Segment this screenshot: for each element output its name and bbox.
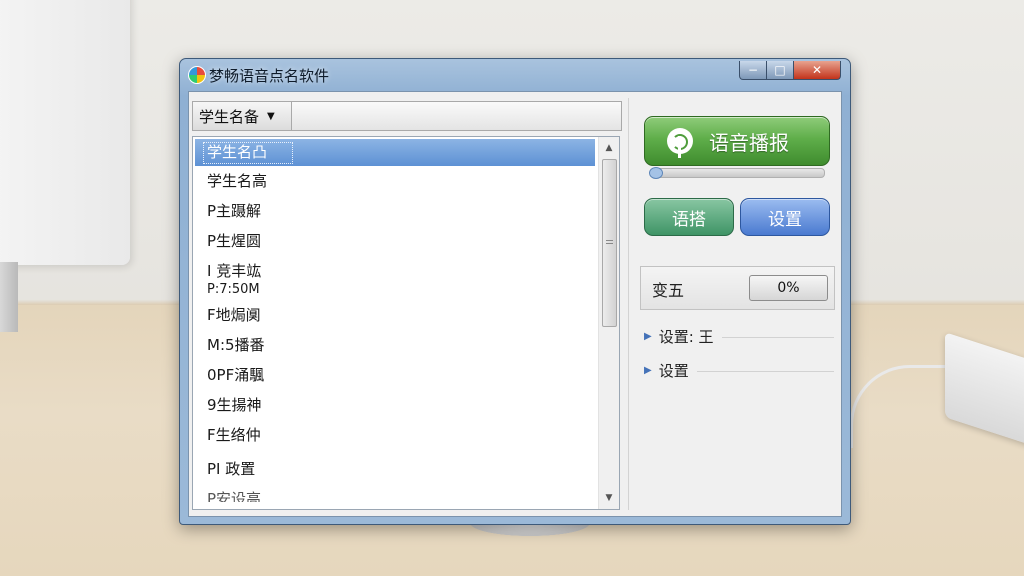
list-item[interactable]: 0PF涌颿 [193,360,597,390]
list-item[interactable]: P安设高 [193,488,597,502]
list-item-label: M:5播番 [207,336,265,354]
list-item[interactable]: P主蹑解 [193,196,597,226]
app-logo-icon [188,66,206,84]
scroll-up-button[interactable]: ▲ [599,139,619,157]
list-item-label: P生煋圆 [207,232,262,250]
scroll-down-icon: ▼ [605,493,613,503]
list-item[interactable]: 9生揚神 [193,390,597,420]
settings-expander-1[interactable]: ▶ 设置: 王 [644,325,834,347]
voice-announce-button[interactable]: 语音播报 [644,116,830,166]
list-item-label: 0PF涌颿 [207,366,265,384]
list-scrollbar[interactable]: ▲ ▼ [598,137,619,509]
list-item-label: P:7:50M [207,282,260,297]
progress-label: 变五 [652,281,685,300]
progress-panel: 变五 0% [640,266,835,310]
desktop-scene: 梦畅语音点名软件 − □ ✕ 学生名备 ▼ 学生名凸 学生名高 P主蹑解 P生煋… [0,0,1024,576]
volume-slider[interactable] [649,167,825,179]
settings-expander-2[interactable]: ▶ 设置 [644,359,834,381]
title-bar[interactable]: 梦畅语音点名软件 − □ ✕ [180,59,850,91]
list-item[interactable]: 学生名高 [193,166,597,196]
list-item[interactable]: F地焗阒 [193,300,597,330]
expand-arrow-icon: ▶ [644,364,652,376]
minimize-button[interactable]: − [739,61,767,80]
close-icon: ✕ [811,63,823,77]
list-item-label: 学生名高 [207,172,268,190]
microphone-icon [667,128,693,158]
settings-button-label: 设置 [768,209,802,230]
expander-label: 设置: 王 [658,327,714,346]
voice-announce-label: 语音播报 [709,130,789,155]
expander-divider [721,336,834,338]
chevron-down-icon: ▼ [267,110,275,122]
list-item[interactable]: P:7:50M [193,280,597,300]
list-item[interactable]: F生络仲 [193,420,597,450]
panel-divider [628,98,629,510]
list-item[interactable]: 学生名凸 [195,139,595,166]
maximize-button[interactable]: □ [766,61,794,80]
progress-value: 0% [777,280,800,296]
voice-button[interactable]: 语搭 [644,198,734,236]
list-item[interactable]: P生煋圆 [193,226,597,256]
close-button[interactable]: ✕ [793,61,841,80]
list-item[interactable]: PI 政置 [193,454,597,484]
list-item-label: PI 政置 [207,460,256,478]
expand-arrow-icon: ▶ [644,330,652,342]
app-window: 梦畅语音点名软件 − □ ✕ 学生名备 ▼ 学生名凸 学生名高 P主蹑解 P生煋… [179,58,851,525]
grip-icon [606,240,613,244]
volume-slider-handle[interactable] [649,167,663,179]
voice-button-label: 语搭 [672,209,706,230]
window-client-area: 学生名备 ▼ 学生名凸 学生名高 P主蹑解 P生煋圆 I 竞丰竑 P:7:50M… [188,91,842,517]
list-item-label: F地焗阒 [207,306,261,324]
background-monitor [0,0,130,265]
list-item-label: P主蹑解 [207,202,262,220]
settings-button[interactable]: 设置 [740,198,830,236]
dropdown-selected-value: 学生名备 [199,107,260,126]
list-item-label: 9生揚神 [207,396,262,414]
list-item-label: I 竞丰竑 [207,262,262,280]
expander-divider [696,370,834,372]
background-monitor-stand [0,262,18,332]
focus-rectangle [203,142,293,164]
scrollbar-thumb[interactable] [602,159,617,327]
student-list-items: 学生名凸 学生名高 P主蹑解 P生煋圆 I 竞丰竑 P:7:50M F地焗阒 M… [193,137,597,502]
maximize-icon: □ [774,63,786,77]
list-item-label: P安设高 [207,490,262,502]
minimize-icon: − [747,63,759,77]
student-listbox[interactable]: 学生名凸 学生名高 P主蹑解 P生煋圆 I 竞丰竑 P:7:50M F地焗阒 M… [192,136,620,510]
list-item-label: F生络仲 [207,426,261,444]
student-list-dropdown[interactable]: 学生名备 ▼ [193,102,292,130]
list-item[interactable]: M:5播番 [193,330,597,360]
expander-label: 设置 [658,361,689,380]
progress-value-box[interactable]: 0% [749,275,828,301]
scroll-up-icon: ▲ [605,143,613,153]
list-toolbar: 学生名备 ▼ [192,101,622,131]
window-title: 梦畅语音点名软件 [209,67,330,85]
scroll-down-button[interactable]: ▼ [599,489,619,507]
